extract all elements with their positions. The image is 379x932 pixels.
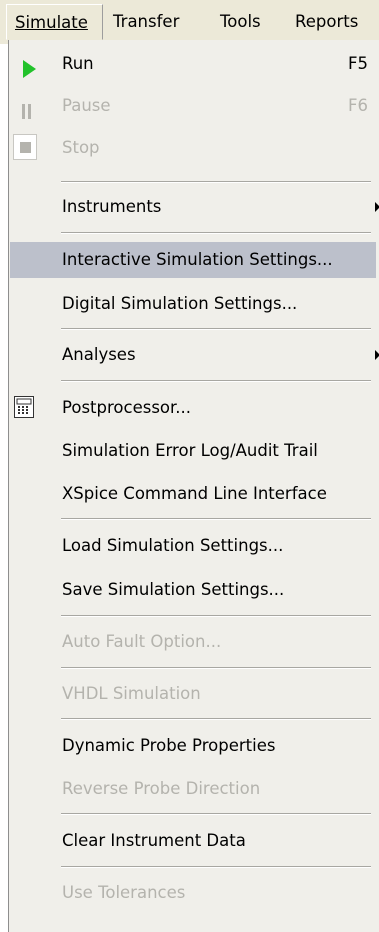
menu-item-postprocessor[interactable]: Postprocessor... (10, 390, 376, 426)
menu-item-simulation-error-log[interactable]: Simulation Error Log/Audit Trail (10, 433, 376, 469)
submenu-arrow-icon (375, 202, 379, 212)
menu-item-use-tolerances-label: Use Tolerances (62, 883, 186, 902)
menu-item-xspice-command-line[interactable]: XSpice Command Line Interface (10, 476, 376, 512)
menu-bar: Simulate Transfer Tools Reports (0, 0, 379, 44)
menu-item-postprocessor-label: Postprocessor... (62, 398, 192, 417)
menu-separator (61, 518, 371, 520)
menu-item-instruments[interactable]: Instruments (10, 189, 379, 225)
menu-item-clear-instrument-data-label: Clear Instrument Data (62, 831, 246, 850)
menu-separator (61, 813, 371, 815)
menu-separator (61, 667, 371, 669)
menu-separator (61, 866, 371, 868)
menu-item-run-label: Run (62, 54, 94, 73)
menubar-simulate[interactable]: Simulate (6, 4, 103, 40)
menu-separator (61, 328, 371, 330)
menu-item-analyses-label: Analyses (62, 345, 136, 364)
menu-item-save-simulation-settings[interactable]: Save Simulation Settings... (10, 572, 376, 608)
menu-separator (61, 232, 371, 234)
menu-item-xspice-command-line-label: XSpice Command Line Interface (62, 484, 327, 503)
menu-item-run[interactable]: Run F5 (10, 46, 376, 82)
menu-item-digital-simulation-settings-label: Digital Simulation Settings... (62, 294, 298, 313)
play-icon (15, 52, 39, 78)
menu-item-vhdl-simulation[interactable]: VHDL Simulation (10, 676, 376, 712)
menu-separator (61, 615, 371, 617)
pause-icon (15, 94, 39, 119)
menu-separator (61, 181, 371, 183)
menu-item-auto-fault-option[interactable]: Auto Fault Option... (10, 624, 376, 660)
menu-item-clear-instrument-data[interactable]: Clear Instrument Data (10, 823, 376, 859)
menubar-tools-label: Tools (220, 12, 261, 31)
menu-item-pause-shortcut: F6 (348, 96, 368, 115)
menu-item-pause[interactable]: Pause F6 (10, 88, 376, 124)
stop-icon (11, 130, 41, 166)
menu-item-analyses[interactable]: Analyses (10, 337, 379, 373)
menu-item-simulation-error-log-label: Simulation Error Log/Audit Trail (62, 441, 318, 460)
simulate-dropdown-menu: Run F5 Pause F6 Stop Instruments Interac… (8, 40, 379, 932)
menu-item-interactive-simulation-settings[interactable]: Interactive Simulation Settings... (10, 242, 376, 278)
menubar-transfer-label: Transfer (113, 12, 180, 31)
menu-item-interactive-simulation-settings-label: Interactive Simulation Settings... (62, 250, 333, 269)
menu-item-instruments-label: Instruments (62, 197, 162, 216)
menu-item-vhdl-simulation-label: VHDL Simulation (62, 684, 201, 703)
menu-item-stop[interactable]: Stop (10, 130, 376, 166)
menubar-reports-label: Reports (295, 12, 359, 31)
menu-item-auto-fault-option-label: Auto Fault Option... (62, 632, 222, 651)
menubar-reports[interactable]: Reports (287, 4, 366, 40)
menu-item-dynamic-probe-properties-label: Dynamic Probe Properties (62, 736, 276, 755)
menu-item-dynamic-probe-properties[interactable]: Dynamic Probe Properties (10, 728, 376, 764)
postprocessor-icon (14, 396, 34, 418)
submenu-arrow-icon (375, 350, 379, 360)
menu-item-run-shortcut: F5 (348, 54, 368, 73)
menu-item-reverse-probe-direction-label: Reverse Probe Direction (62, 779, 261, 798)
menu-item-digital-simulation-settings[interactable]: Digital Simulation Settings... (10, 286, 376, 322)
menu-item-load-simulation-settings[interactable]: Load Simulation Settings... (10, 528, 376, 564)
menu-item-use-tolerances[interactable]: Use Tolerances (10, 875, 376, 911)
menu-separator (61, 380, 371, 382)
menu-separator (61, 718, 371, 720)
menubar-simulate-label: Simulate (15, 13, 88, 32)
menubar-transfer[interactable]: Transfer (105, 4, 187, 40)
menu-item-stop-label: Stop (62, 138, 100, 157)
menubar-tools[interactable]: Tools (212, 4, 269, 40)
menu-item-load-simulation-settings-label: Load Simulation Settings... (62, 536, 284, 555)
menu-item-pause-label: Pause (62, 96, 111, 115)
menu-item-save-simulation-settings-label: Save Simulation Settings... (62, 580, 285, 599)
menu-item-reverse-probe-direction[interactable]: Reverse Probe Direction (10, 771, 376, 807)
